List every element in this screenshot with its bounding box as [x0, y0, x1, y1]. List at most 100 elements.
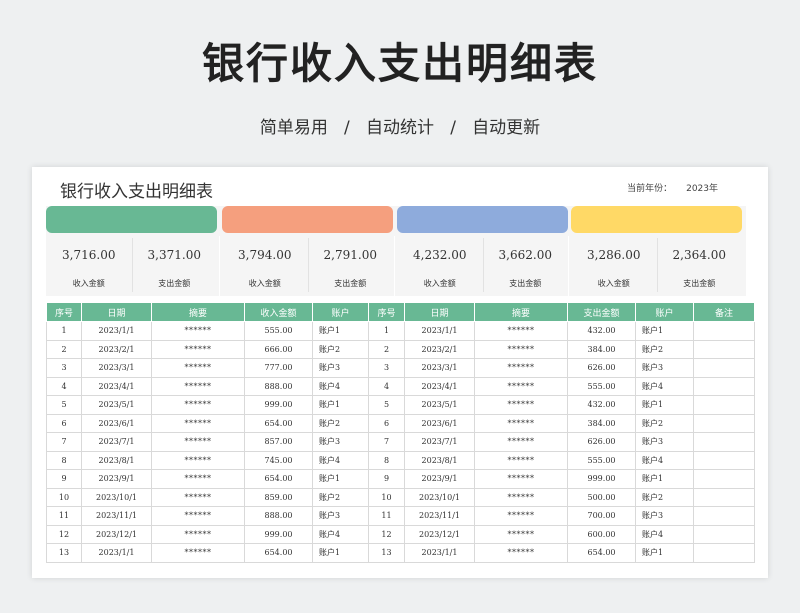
table-cell[interactable]: 8	[46, 450, 82, 470]
table-cell[interactable]: 账户4	[312, 524, 369, 544]
table-cell[interactable]: 2023/3/1	[404, 358, 475, 378]
table-cell[interactable]: ******	[151, 358, 245, 378]
table-cell[interactable]: 2	[368, 339, 405, 359]
table-cell[interactable]: 2023/9/1	[404, 469, 475, 489]
table-cell[interactable]: 654.00	[567, 543, 636, 563]
table-cell[interactable]	[693, 339, 755, 359]
table-cell[interactable]: ******	[151, 413, 245, 433]
table-cell[interactable]: 账户1	[312, 321, 369, 341]
table-cell[interactable]: 777.00	[244, 358, 313, 378]
table-cell[interactable]: 432.00	[567, 321, 636, 341]
table-cell[interactable]: 2023/11/1	[81, 506, 152, 526]
table-cell[interactable]: 2023/5/1	[404, 395, 475, 415]
table-cell[interactable]: ******	[151, 543, 245, 563]
table-cell[interactable]: 2023/8/1	[81, 450, 152, 470]
table-cell[interactable]: 654.00	[244, 413, 313, 433]
table-cell[interactable]: 11	[368, 506, 405, 526]
table-cell[interactable]: 3	[368, 358, 405, 378]
table-cell[interactable]: 账户2	[635, 413, 694, 433]
table-cell[interactable]: 2023/1/1	[404, 543, 475, 563]
table-cell[interactable]: 账户3	[312, 432, 369, 452]
table-cell[interactable]: 13	[46, 543, 82, 563]
table-cell[interactable]	[693, 543, 755, 563]
table-cell[interactable]: ******	[474, 450, 568, 470]
table-cell[interactable]: 账户4	[312, 450, 369, 470]
table-cell[interactable]: 12	[368, 524, 405, 544]
table-cell[interactable]: 626.00	[567, 358, 636, 378]
table-cell[interactable]: 888.00	[244, 376, 313, 396]
table-cell[interactable]: 2023/4/1	[404, 376, 475, 396]
table-cell[interactable]: ******	[474, 413, 568, 433]
table-cell[interactable]	[693, 413, 755, 433]
table-cell[interactable]: 2023/8/1	[404, 450, 475, 470]
table-cell[interactable]: ******	[151, 321, 245, 341]
table-cell[interactable]: 账户4	[312, 376, 369, 396]
table-cell[interactable]: 5	[46, 395, 82, 415]
table-cell[interactable]: ******	[474, 487, 568, 507]
table-cell[interactable]	[693, 376, 755, 396]
table-cell[interactable]: ******	[474, 432, 568, 452]
table-cell[interactable]: 745.00	[244, 450, 313, 470]
table-cell[interactable]: 2023/1/1	[404, 321, 475, 341]
table-cell[interactable]: ******	[474, 358, 568, 378]
table-cell[interactable]: 1	[46, 321, 82, 341]
table-cell[interactable]: 666.00	[244, 339, 313, 359]
table-cell[interactable]: 1	[368, 321, 405, 341]
table-cell[interactable]: 555.00	[567, 376, 636, 396]
table-cell[interactable]: 6	[46, 413, 82, 433]
table-cell[interactable]: 账户1	[635, 395, 694, 415]
table-cell[interactable]: 859.00	[244, 487, 313, 507]
table-cell[interactable]	[693, 395, 755, 415]
table-cell[interactable]: 账户2	[312, 413, 369, 433]
table-cell[interactable]: 2023/4/1	[81, 376, 152, 396]
table-cell[interactable]: 账户1	[635, 469, 694, 489]
table-cell[interactable]: 9	[368, 469, 405, 489]
table-cell[interactable]: ******	[474, 339, 568, 359]
table-cell[interactable]: 2023/7/1	[404, 432, 475, 452]
table-cell[interactable]: ******	[151, 506, 245, 526]
table-cell[interactable]: ******	[474, 524, 568, 544]
table-cell[interactable]: 账户1	[312, 543, 369, 563]
table-cell[interactable]: 2023/6/1	[404, 413, 475, 433]
table-cell[interactable]: 2023/12/1	[404, 524, 475, 544]
table-cell[interactable]: 432.00	[567, 395, 636, 415]
table-cell[interactable]: 7	[368, 432, 405, 452]
table-cell[interactable]: 13	[368, 543, 405, 563]
table-cell[interactable]: 555.00	[244, 321, 313, 341]
table-cell[interactable]: 账户2	[635, 339, 694, 359]
table-cell[interactable]	[693, 358, 755, 378]
table-cell[interactable]: 999.00	[244, 395, 313, 415]
table-cell[interactable]: ******	[151, 376, 245, 396]
table-cell[interactable]: 4	[368, 376, 405, 396]
table-cell[interactable]: ******	[151, 450, 245, 470]
table-cell[interactable]: 888.00	[244, 506, 313, 526]
table-cell[interactable]: 9	[46, 469, 82, 489]
table-cell[interactable]: ******	[474, 506, 568, 526]
table-cell[interactable]: 654.00	[244, 469, 313, 489]
table-cell[interactable]: 2023/10/1	[404, 487, 475, 507]
table-cell[interactable]	[693, 524, 755, 544]
table-cell[interactable]: 8	[368, 450, 405, 470]
table-cell[interactable]: 555.00	[567, 450, 636, 470]
table-cell[interactable]: 2023/1/1	[81, 321, 152, 341]
table-cell[interactable]: ******	[151, 469, 245, 489]
table-cell[interactable]: 999.00	[244, 524, 313, 544]
table-cell[interactable]: 600.00	[567, 524, 636, 544]
table-cell[interactable]: ******	[151, 339, 245, 359]
table-cell[interactable]: 账户2	[312, 487, 369, 507]
table-cell[interactable]: 2023/6/1	[81, 413, 152, 433]
table-cell[interactable]: 4	[46, 376, 82, 396]
table-cell[interactable]: 账户3	[312, 506, 369, 526]
table-cell[interactable]: ******	[151, 487, 245, 507]
table-cell[interactable]: 2023/3/1	[81, 358, 152, 378]
table-cell[interactable]: 10	[46, 487, 82, 507]
table-cell[interactable]: 11	[46, 506, 82, 526]
table-cell[interactable]: ******	[474, 543, 568, 563]
table-cell[interactable]: 2023/11/1	[404, 506, 475, 526]
table-cell[interactable]: 账户1	[635, 543, 694, 563]
table-cell[interactable]: 626.00	[567, 432, 636, 452]
table-cell[interactable]: 999.00	[567, 469, 636, 489]
table-cell[interactable]: 账户3	[312, 358, 369, 378]
table-cell[interactable]: 账户4	[635, 450, 694, 470]
table-cell[interactable]: 2023/9/1	[81, 469, 152, 489]
